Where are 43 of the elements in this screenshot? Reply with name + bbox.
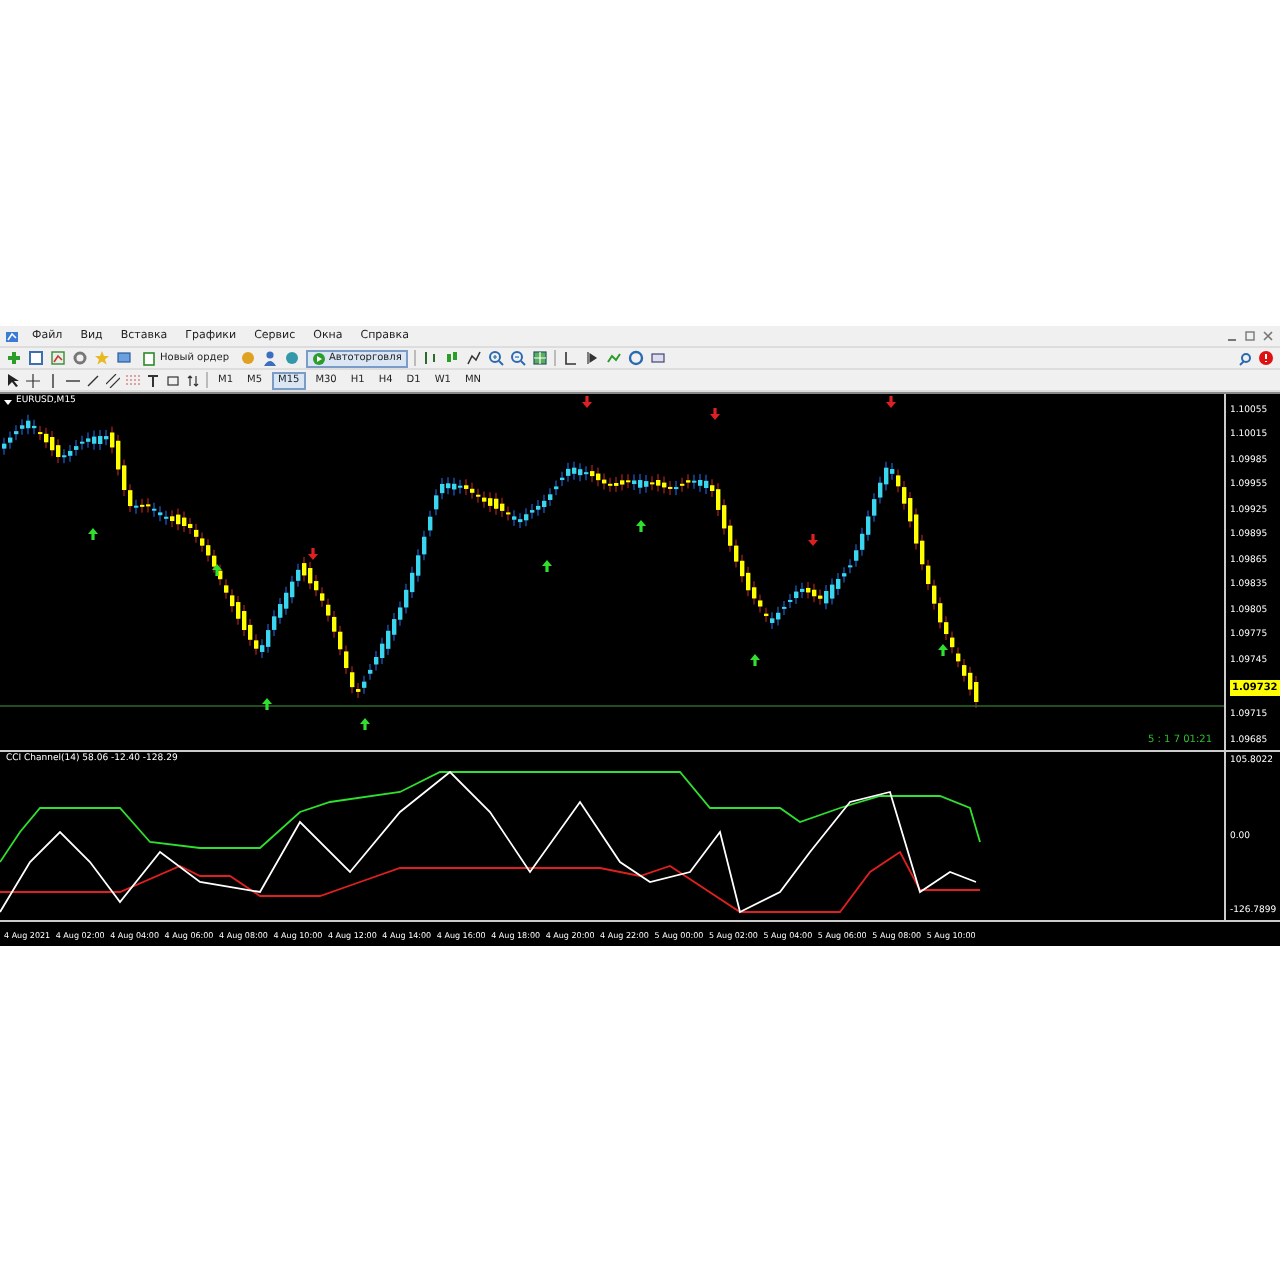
crosshair-icon[interactable]: [26, 373, 40, 387]
channel-icon[interactable]: [106, 373, 120, 387]
restore-icon[interactable]: [1244, 330, 1256, 342]
down-arrow-icon: [886, 396, 896, 408]
line-chart-icon[interactable]: [465, 350, 482, 366]
down-arrow-icon: [808, 534, 818, 546]
star-icon[interactable]: [94, 350, 110, 366]
grid-icon[interactable]: [531, 350, 548, 366]
vertical-line-icon[interactable]: [46, 373, 60, 387]
search-icon[interactable]: [1238, 351, 1252, 365]
dropdown-icon[interactable]: [4, 397, 12, 405]
up-arrow-icon: [360, 718, 370, 730]
label-icon[interactable]: [166, 373, 180, 387]
app-icon: [6, 329, 20, 343]
down-arrow-icon: [582, 396, 592, 408]
window-icon[interactable]: [28, 350, 44, 366]
text-icon[interactable]: [146, 373, 160, 387]
autoscroll-icon[interactable]: [583, 350, 600, 366]
plus-icon[interactable]: [6, 350, 22, 366]
up-arrow-icon: [88, 528, 98, 540]
person-icon[interactable]: [261, 350, 277, 366]
up-arrow-icon: [262, 698, 272, 710]
monitor-icon[interactable]: [116, 350, 132, 366]
zoom-out-icon[interactable]: [509, 350, 526, 366]
arrows-icon[interactable]: [186, 373, 200, 387]
cursor-icon[interactable]: [6, 372, 20, 388]
up-arrow-icon: [938, 644, 948, 656]
order-icon: [142, 351, 156, 365]
shift-icon[interactable]: [561, 350, 578, 366]
up-arrow-icon: [750, 654, 760, 666]
down-arrow-icon: [710, 408, 720, 420]
up-arrow-icon: [542, 560, 552, 572]
chart-icon[interactable]: [50, 350, 66, 366]
close-icon[interactable]: [1262, 330, 1274, 342]
bar-chart-icon[interactable]: [421, 350, 438, 366]
up-arrow-icon: [636, 520, 646, 532]
down-arrow-icon: [308, 548, 318, 560]
play-icon: [311, 351, 325, 365]
alert-icon[interactable]: [1258, 350, 1274, 366]
zoom-in-icon[interactable]: [487, 350, 504, 366]
template-icon[interactable]: [649, 350, 666, 366]
up-arrow-icon: [212, 564, 222, 576]
trendline-icon[interactable]: [86, 373, 100, 387]
